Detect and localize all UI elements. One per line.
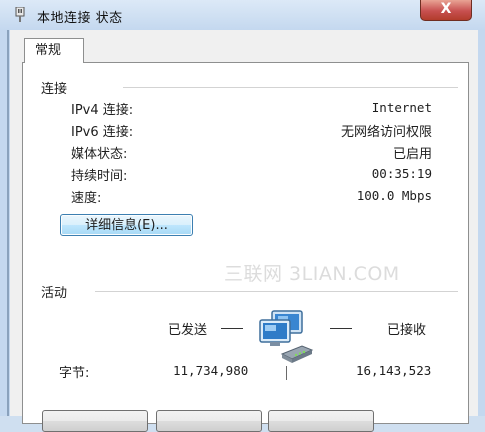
details-button-label: 详细信息(E)... [85, 218, 168, 233]
network-adapter-icon [15, 7, 25, 22]
sent-label: 已发送 [168, 323, 208, 338]
bytes-label: 字节: [59, 366, 90, 381]
ipv4-label: IPv4 连接: [71, 103, 134, 118]
bytes-sent-value: 11,734,980 [173, 363, 249, 378]
title-bar: 本地连接 状态 X [0, 0, 485, 30]
dialog-client-area: 常规 连接 IPv4 连接: Internet IPv6 连接: 无网络访问权限… [10, 30, 478, 424]
ipv6-value: 无网络访问权限 [340, 125, 432, 140]
sent-dash [221, 328, 243, 329]
ipv4-value: Internet [371, 100, 432, 115]
ipv6-label: IPv6 连接: [71, 125, 134, 140]
connection-divider [123, 87, 458, 88]
close-button[interactable]: X [420, 0, 472, 21]
duration-value: 00:35:19 [371, 166, 432, 181]
activity-divider [95, 291, 458, 292]
activity-divider-vertical [286, 366, 287, 380]
connection-heading: 连接 [41, 82, 68, 97]
activity-heading: 活动 [41, 286, 68, 301]
general-tab-panel: 连接 IPv4 连接: Internet IPv6 连接: 无网络访问权限 媒体… [22, 62, 469, 424]
window-frame-left [0, 30, 10, 416]
speed-value: 100.0 Mbps [356, 188, 432, 203]
received-label: 已接收 [387, 323, 427, 338]
window-frame-right [478, 30, 485, 416]
details-button[interactable]: 详细信息(E)... [60, 214, 193, 236]
tab-general-label: 常规 [35, 43, 62, 58]
media-state-label: 媒体状态: [71, 147, 128, 162]
network-computers-icon [259, 310, 314, 363]
properties-button[interactable] [42, 410, 148, 432]
watermark: 三联网 3LIAN.COM [224, 263, 400, 285]
window-title: 本地连接 状态 [37, 11, 123, 26]
close-icon: X [440, 1, 452, 17]
speed-label: 速度: [71, 191, 102, 206]
tab-general[interactable]: 常规 [24, 38, 84, 63]
duration-label: 持续时间: [71, 169, 128, 184]
bytes-received-value: 16,143,523 [356, 363, 432, 378]
received-dash [330, 328, 352, 329]
disable-button[interactable] [156, 410, 262, 432]
media-state-value: 已启用 [392, 147, 432, 162]
diagnose-button[interactable] [268, 410, 374, 432]
